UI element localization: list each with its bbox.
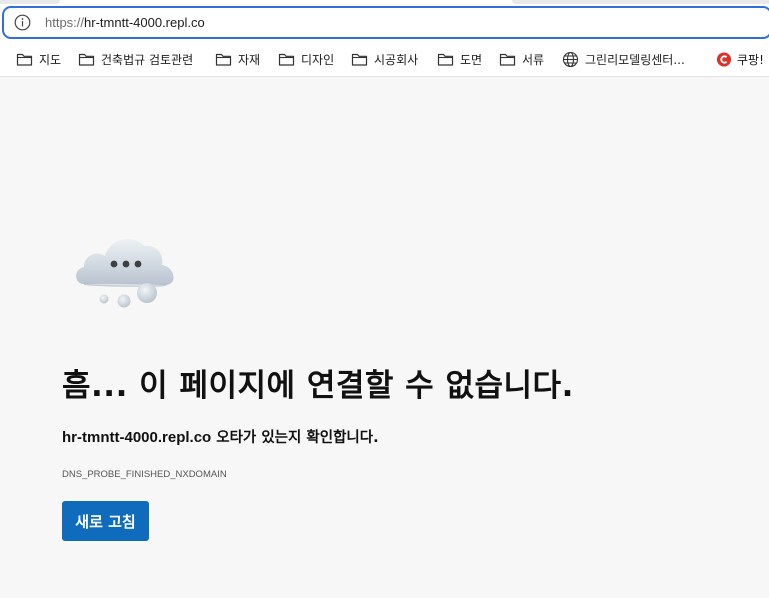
folder-icon bbox=[437, 53, 454, 66]
bookmark-label: 그린리모델링센터... bbox=[585, 52, 685, 67]
folder-icon bbox=[499, 53, 516, 66]
browser-chrome: https://hr-tmntt-4000.repl.co 지도 건축법규 검토… bbox=[0, 0, 769, 77]
cloud-icon bbox=[72, 228, 182, 310]
coupang-icon bbox=[716, 51, 732, 67]
globe-icon bbox=[562, 51, 579, 67]
bookmark-folder-building-code[interactable]: 건축법규 검토관련 bbox=[78, 49, 193, 69]
bookmark-folder-design[interactable]: 디자인 bbox=[278, 49, 334, 69]
error-code: DNS_PROBE_FINISHED_NXDOMAIN bbox=[62, 469, 227, 480]
tab-edge-left[interactable] bbox=[0, 0, 60, 4]
bookmark-label: 자재 bbox=[238, 52, 261, 67]
url-host: hr-tmntt-4000.repl.co bbox=[84, 15, 205, 30]
bookmark-label: 쿠팡! bbox=[737, 52, 764, 67]
error-message: hr-tmntt-4000.repl.co 오타가 있는지 확인합니다. bbox=[62, 426, 379, 447]
bookmark-label: 디자인 bbox=[301, 52, 335, 67]
folder-icon bbox=[215, 53, 232, 66]
url-text[interactable]: https://hr-tmntt-4000.repl.co bbox=[45, 15, 205, 30]
bookmark-label: 건축법규 검토관련 bbox=[101, 52, 194, 67]
error-message-host: hr-tmntt-4000.repl.co bbox=[62, 429, 212, 446]
bookmark-label: 시공회사 bbox=[374, 52, 419, 67]
tab-edge-right[interactable] bbox=[512, 0, 769, 4]
bookmark-folder-documents[interactable]: 서류 bbox=[499, 49, 544, 69]
bookmark-label: 서류 bbox=[522, 52, 545, 67]
url-scheme: https:// bbox=[45, 15, 85, 30]
info-icon[interactable] bbox=[14, 14, 31, 31]
reload-button[interactable]: 새로 고침 bbox=[62, 501, 149, 541]
folder-icon bbox=[78, 53, 95, 66]
bookmark-folder-contractors[interactable]: 시공회사 bbox=[351, 49, 418, 69]
error-title: 흠... 이 페이지에 연결할 수 없습니다. bbox=[62, 368, 574, 404]
bookmark-folder-drawings[interactable]: 도면 bbox=[437, 49, 482, 69]
bookmark-label: 지도 bbox=[39, 52, 62, 67]
folder-icon bbox=[351, 53, 368, 66]
folder-icon bbox=[278, 53, 295, 66]
address-bar[interactable]: https://hr-tmntt-4000.repl.co bbox=[2, 6, 769, 39]
folder-icon bbox=[16, 53, 33, 66]
error-message-text: 오타가 있는지 확인합니다. bbox=[211, 430, 379, 446]
bookmark-folder-map[interactable]: 지도 bbox=[16, 49, 61, 69]
bookmark-coupang[interactable]: 쿠팡! bbox=[716, 49, 764, 69]
bookmarks-bar: 지도 건축법규 검토관련 자재 디자인 시공회사 도면 서류 그린리모델링센터.… bbox=[0, 46, 769, 72]
bookmark-label: 도면 bbox=[460, 52, 483, 67]
bookmark-green-remodeling[interactable]: 그린리모델링센터... bbox=[562, 49, 685, 69]
bookmark-folder-materials[interactable]: 자재 bbox=[215, 49, 260, 69]
